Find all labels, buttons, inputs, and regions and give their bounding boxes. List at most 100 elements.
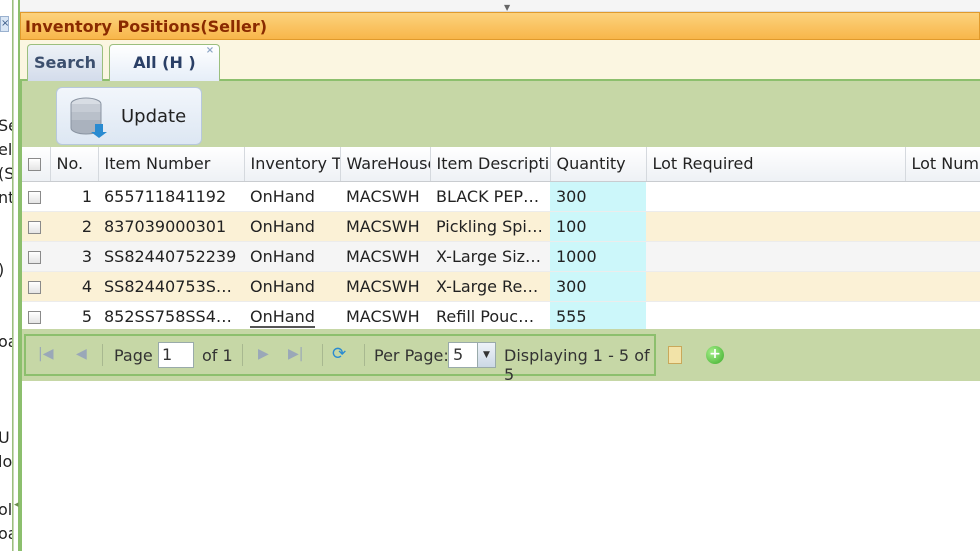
warehouse-cell: MACSWH: [340, 271, 430, 302]
quantity-cell[interactable]: 300: [550, 181, 646, 212]
quantity-cell[interactable]: 1000: [550, 241, 646, 272]
separator: [102, 344, 103, 366]
row-checkbox[interactable]: [22, 181, 50, 212]
main-panel: Update No. Item Number Inventory Typ War…: [20, 81, 980, 384]
splitter-handle[interactable]: ◂: [13, 0, 20, 551]
lot-number-cell: [905, 271, 980, 302]
item-number-cell: 655711841192: [98, 181, 244, 212]
column-header-lot-required[interactable]: Lot Required: [646, 147, 906, 182]
quantity-cell[interactable]: 100: [550, 211, 646, 242]
column-header-item-number[interactable]: Item Number: [98, 147, 245, 182]
warehouse-cell: MACSWH: [340, 301, 430, 329]
pagination-bar: |◀ ◀ Page 1 of 1 ▶ ▶| ⟳ Per Page: 5 ▼ Di…: [24, 334, 656, 384]
clipped-text: Se: [0, 116, 12, 135]
row-checkbox[interactable]: [22, 211, 50, 242]
update-button[interactable]: Update: [56, 87, 202, 145]
inventory-type-cell: OnHand: [244, 211, 340, 242]
lot-required-cell: [646, 301, 905, 329]
description-cell: X-Large Refi...: [430, 271, 550, 302]
collapse-arrow-icon[interactable]: ◂: [14, 500, 19, 510]
left-sidebar-clipped: × Se ell (S nt ) oa U lo olo oa: [0, 0, 13, 551]
row-checkbox[interactable]: [22, 301, 50, 329]
description-cell: BLACK PEPP...: [430, 181, 550, 212]
row-checkbox[interactable]: [22, 241, 50, 272]
next-page-icon[interactable]: ▶: [258, 346, 269, 362]
quantity-cell[interactable]: 555: [550, 301, 646, 329]
first-page-icon[interactable]: |◀: [38, 346, 53, 362]
inventory-type-cell: OnHand: [244, 241, 340, 272]
app-window: × Se ell (S nt ) oa U lo olo oa ◂ ▼ Inve…: [0, 0, 980, 551]
lot-required-cell: [646, 181, 905, 212]
separator: [364, 344, 365, 366]
column-header-lot-number[interactable]: Lot Numbe: [905, 147, 980, 182]
empty-area: [20, 381, 980, 551]
lot-required-cell: [646, 241, 905, 272]
refresh-icon[interactable]: ⟳: [332, 344, 346, 364]
export-icon[interactable]: [668, 346, 682, 364]
clipped-text: oa: [0, 332, 12, 351]
add-icon[interactable]: +: [706, 346, 724, 364]
grid-header-row: No. Item Number Inventory Typ WareHouse …: [22, 147, 980, 182]
lot-required-cell: [646, 211, 905, 242]
top-collapse-bar: ▼: [20, 0, 980, 12]
item-number-cell: 852SS758SS45...: [98, 301, 244, 329]
page-title: Inventory Positions(Seller): [25, 17, 268, 36]
separator: [242, 344, 243, 366]
column-header-quantity[interactable]: Quantity: [550, 147, 647, 182]
toolbar: Update: [22, 81, 980, 147]
clipped-text: ): [0, 260, 4, 279]
clipped-text: (S: [0, 164, 12, 183]
inventory-type-cell: OnHand: [244, 301, 340, 329]
column-header-inventory-type[interactable]: Inventory Typ: [244, 147, 341, 182]
clipped-text: nt: [0, 188, 12, 207]
tab-search[interactable]: Search: [27, 44, 103, 81]
window-title-bar: Inventory Positions(Seller): [20, 12, 980, 40]
close-icon[interactable]: ×: [0, 16, 9, 32]
separator: [322, 344, 323, 366]
inventory-type-editor[interactable]: OnHand: [250, 306, 315, 328]
inventory-grid: No. Item Number Inventory Typ WareHouse …: [22, 147, 980, 329]
warehouse-cell: MACSWH: [340, 211, 430, 242]
per-page-value: 5: [453, 345, 464, 364]
tab-all-label: All (H ): [133, 53, 196, 72]
description-cell: Pickling Spic...: [430, 211, 550, 242]
last-page-icon[interactable]: ▶|: [288, 346, 303, 362]
tab-strip: Search All (H ) ×: [20, 40, 980, 81]
column-header-no[interactable]: No.: [50, 147, 99, 182]
row-number: 3: [50, 241, 98, 272]
quantity-cell[interactable]: 300: [550, 271, 646, 302]
table-row[interactable]: 1 655711841192 OnHand MACSWH BLACK PEPP.…: [22, 181, 980, 212]
update-button-label: Update: [121, 106, 187, 127]
chevron-down-icon[interactable]: ▼: [477, 343, 495, 367]
previous-page-icon[interactable]: ◀: [76, 346, 87, 362]
tab-close-icon[interactable]: ×: [205, 46, 215, 56]
row-checkbox[interactable]: [22, 271, 50, 302]
lot-number-cell: [905, 181, 980, 212]
table-row[interactable]: 4 SS82440753SS49 OnHand MACSWH X-Large R…: [22, 271, 980, 302]
clipped-text: olo: [0, 500, 13, 519]
select-all-checkbox[interactable]: [22, 147, 51, 182]
lot-number-cell: [905, 301, 980, 329]
inventory-type-cell: OnHand: [244, 181, 340, 212]
description-cell: Refill Pouch ...: [430, 301, 550, 329]
lot-number-cell: [905, 241, 980, 272]
per-page-select[interactable]: 5 ▼: [448, 342, 496, 368]
chevron-down-icon[interactable]: ▼: [504, 3, 510, 12]
table-row[interactable]: 3 SS82440752239 OnHand MACSWH X-Large Si…: [22, 241, 980, 272]
tab-all[interactable]: All (H ) ×: [109, 44, 220, 81]
clipped-text: oa: [0, 524, 12, 543]
per-page-label: Per Page:: [374, 346, 449, 365]
lot-required-cell: [646, 271, 905, 302]
description-cell: X-Large Size...: [430, 241, 550, 272]
page-number-input[interactable]: 1: [158, 342, 194, 368]
column-header-item-description[interactable]: Item Description: [430, 147, 551, 182]
row-number: 2: [50, 211, 98, 242]
column-header-warehouse[interactable]: WareHouse: [340, 147, 431, 182]
table-row[interactable]: 5 852SS758SS45... OnHand MACSWH Refill P…: [22, 301, 980, 329]
clipped-text: ell: [0, 140, 13, 159]
item-number-cell: SS82440753SS49: [98, 271, 244, 302]
display-status: Displaying 1 - 5 of 5: [504, 346, 650, 384]
item-number-cell: SS82440752239: [98, 241, 244, 272]
table-row[interactable]: 2 837039000301 OnHand MACSWH Pickling Sp…: [22, 211, 980, 242]
clipped-text: lo: [0, 452, 13, 471]
